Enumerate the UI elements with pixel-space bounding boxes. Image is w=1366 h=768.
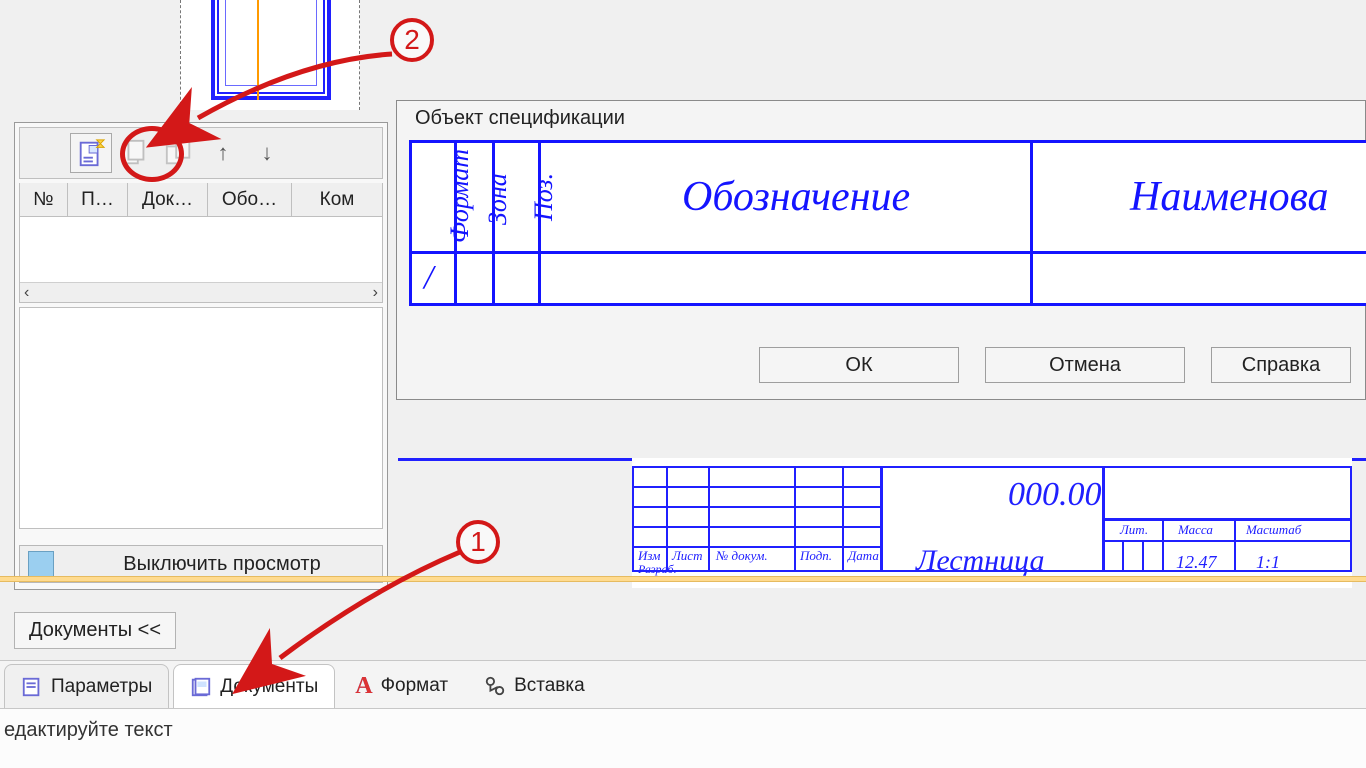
dialog-title: Объект спецификации [397,101,1365,140]
format-icon: AA [355,673,372,700]
status-text: едактируйте текст [4,719,173,741]
horizontal-scrollbar[interactable]: ‹ › [20,282,382,302]
row1-format-value: / [424,259,433,297]
tab-parameters[interactable]: Параметры [4,664,169,708]
add-document-button[interactable] [70,133,112,173]
drawing-fragment [180,0,360,110]
col-doc[interactable]: Док… [128,183,208,216]
help-button[interactable]: Справка [1211,347,1351,383]
dialog-buttons: ОК Отмена Справка [397,347,1365,387]
col-number[interactable]: № [20,183,68,216]
add-document-icon [76,138,106,168]
documents-icon [190,676,212,698]
documents-multi-icon [120,138,150,168]
scroll-right-icon[interactable]: › [373,284,378,302]
tb-razrab: Разраб. [638,562,677,577]
panel-toolbar: ↑ ↓ [19,127,383,179]
tb-ndoc: № докум. [716,548,768,564]
status-bar: едактируйте текст [0,708,1366,768]
orange-divider [0,576,1366,582]
tb-massa-val: 12.47 [1176,552,1217,573]
col-format-label: Формат [445,149,475,243]
spec-table[interactable]: Формат Зона Поз. Обозначение Наименова / [409,140,1366,306]
col-designation-label: Обозначение [682,173,910,221]
col-zone-label: Зона [483,173,513,225]
documents-link-icon [164,138,194,168]
col-p[interactable]: П… [68,183,128,216]
documents-panel: ↑ ↓ № П… Док… Обо… Ком ‹ › Выключить про… [14,122,388,590]
annotation-badge-1: 1 [456,520,500,564]
arrow-down-icon: ↓ [262,140,273,166]
cancel-button[interactable]: Отмена [985,347,1185,383]
bottom-tabbar: Параметры Документы AA Формат Вставка [0,660,1366,708]
tab-format[interactable]: AA Формат [339,664,464,708]
preview-area [19,307,383,529]
scroll-left-icon[interactable]: ‹ [24,284,29,302]
tab-insert[interactable]: Вставка [468,664,601,708]
annotation-badge-2: 2 [390,18,434,62]
docs-multi-button[interactable] [114,133,156,173]
tab-parameters-label: Параметры [51,676,152,698]
tab-documents[interactable]: Документы [173,664,335,708]
tab-format-label: Формат [381,675,449,697]
documents-list[interactable]: ‹ › [19,217,383,303]
tb-massa: Масса [1178,522,1213,538]
tb-masht-val: 1:1 [1256,552,1280,573]
tb-lit: Лит. [1120,522,1148,538]
spec-object-dialog: Объект спецификации Формат Зона Поз. Обо… [396,100,1366,400]
documents-collapse-tab[interactable]: Документы << [14,612,176,649]
preview-toggle-icon [28,551,54,577]
move-down-button[interactable]: ↓ [246,133,288,173]
docs-link-button[interactable] [158,133,200,173]
parameters-icon [21,676,43,698]
tb-data: Дата [848,548,879,564]
toolbar-blank-button[interactable] [26,133,68,173]
insert-icon [484,675,506,697]
move-up-button[interactable]: ↑ [202,133,244,173]
col-name-label: Наименова [1130,173,1329,221]
col-pos-label: Поз. [529,173,559,221]
col-comment[interactable]: Ком [292,183,382,216]
tab-documents-label: Документы [220,676,318,698]
col-designation[interactable]: Обо… [208,183,292,216]
titleblock-fragment: Изм Лист № докум. Подп. Дата Разраб. 000… [632,458,1352,588]
ok-button[interactable]: ОК [759,347,959,383]
tb-code: 000.00 [1008,476,1102,514]
tb-podp: Подп. [800,548,832,564]
arrow-up-icon: ↑ [218,140,229,166]
tb-name: Лестница [916,544,1044,578]
preview-toggle-label: Выключить просмотр [62,553,382,576]
tab-insert-label: Вставка [514,675,585,697]
tb-masht: Масштаб [1246,522,1301,538]
panel-column-headers: № П… Док… Обо… Ком [19,183,383,217]
